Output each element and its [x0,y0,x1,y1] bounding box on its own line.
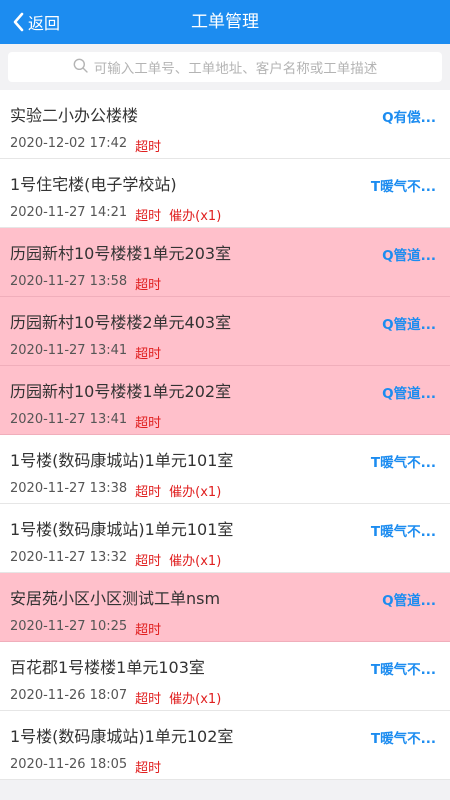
overdue-badge: 超时 [135,209,162,224]
order-address: 安居苑小区小区测试工单nsm [10,589,221,608]
order-meta: 2020-11-27 13:38 超时 催办(x1) [10,481,221,500]
order-address: 百花郡1号楼楼1单元103室 [10,658,205,677]
order-meta: 2020-11-27 13:58 超时 [10,274,161,293]
order-type-tag: T暖气不... [370,731,436,747]
urge-badge: 催办(x1) [169,554,222,569]
order-type-tag: Q管道... [382,593,436,609]
overdue-badge: 超时 [135,623,162,638]
order-time: 2020-11-27 13:41 [10,343,128,358]
overdue-badge: 超时 [135,278,162,293]
order-type-tag: Q管道... [382,248,436,264]
order-meta: 2020-11-27 13:41 超时 [10,343,161,362]
order-type-tag: T暖气不... [370,662,436,678]
overdue-badge: 超时 [135,416,162,431]
order-meta: 2020-11-26 18:07 超时 催办(x1) [10,688,221,707]
order-meta: 2020-11-27 14:21 超时 催办(x1) [10,205,221,224]
order-address: 历园新村10号楼楼1单元202室 [10,382,232,401]
search-bar: 可输入工单号、工单地址、客户名称或工单描述 [0,44,450,90]
overdue-badge: 超时 [135,347,162,362]
urge-badge: 催办(x1) [169,485,222,500]
urge-badge: 催办(x1) [169,692,222,707]
order-time: 2020-11-27 13:38 [10,481,128,496]
order-meta: 2020-11-27 13:41 超时 [10,412,161,431]
order-address: 1号楼(数码康城站)1单元101室 [10,451,234,470]
list-item[interactable]: 1号楼(数码康城站)1单元101室 2020-11-27 13:38 超时 催办(x1… [0,435,450,504]
app-header: 返回 工单管理 [0,0,450,44]
order-time: 2020-11-27 10:25 [10,619,128,634]
order-address: 1号楼(数码康城站)1单元102室 [10,727,234,746]
list-item[interactable]: 历园新村10号楼楼1单元203室 2020-11-27 13:58 超时 Q管道... [0,228,450,297]
overdue-badge: 超时 [135,140,162,155]
order-address: 1号住宅楼(电子学校站) [10,175,177,194]
order-address: 1号楼(数码康城站)1单元101室 [10,520,234,539]
overdue-badge: 超时 [135,692,162,707]
order-time: 2020-11-27 13:32 [10,550,128,565]
order-type-tag: T暖气不... [370,179,436,195]
order-meta: 2020-11-27 10:25 超时 [10,619,161,638]
order-type-tag: T暖气不... [370,524,436,540]
list-item[interactable]: 历园新村10号楼楼2单元403室 2020-11-27 13:41 超时 Q管道... [0,297,450,366]
order-time: 2020-11-26 18:05 [10,757,128,772]
urge-badge: 催办(x1) [169,209,222,224]
list-item[interactable]: 1号楼(数码康城站)1单元102室 2020-11-26 18:05 超时 T暖气不.… [0,711,450,780]
order-time: 2020-11-27 14:21 [10,205,128,220]
list-item[interactable]: 百花郡1号楼楼1单元103室 2020-11-26 18:07 超时 催办(x1) T暖… [0,642,450,711]
order-meta: 2020-12-02 17:42 超时 [10,136,161,155]
order-meta: 2020-11-26 18:05 超时 [10,757,161,776]
work-order-list: 实验二小办公楼楼 2020-12-02 17:42 超时 Q有偿... 1号住宅楼(电子… [0,90,450,780]
order-type-tag: Q管道... [382,386,436,402]
search-input[interactable]: 可输入工单号、工单地址、客户名称或工单描述 [8,52,442,82]
search-icon [73,58,88,77]
order-type-tag: Q管道... [382,317,436,333]
order-type-tag: T暖气不... [370,455,436,471]
list-item[interactable]: 1号楼(数码康城站)1单元101室 2020-11-27 13:32 超时 催办(x1… [0,504,450,573]
order-time: 2020-11-27 13:41 [10,412,128,427]
page-title: 工单管理 [191,12,259,32]
order-address: 历园新村10号楼楼1单元203室 [10,244,232,263]
overdue-badge: 超时 [135,485,162,500]
order-time: 2020-11-26 18:07 [10,688,128,703]
order-type-tag: Q有偿... [382,110,436,126]
order-time: 2020-12-02 17:42 [10,136,128,151]
order-address: 实验二小办公楼楼 [10,106,139,125]
list-item[interactable]: 安居苑小区小区测试工单nsm 2020-11-27 10:25 超时 Q管道... [0,573,450,642]
list-item[interactable]: 实验二小办公楼楼 2020-12-02 17:42 超时 Q有偿... [0,90,450,159]
overdue-badge: 超时 [135,761,162,776]
search-placeholder: 可输入工单号、工单地址、客户名称或工单描述 [93,61,378,77]
order-meta: 2020-11-27 13:32 超时 催办(x1) [10,550,221,569]
list-item[interactable]: 1号住宅楼(电子学校站) 2020-11-27 14:21 超时 催办(x1) T暖气不… [0,159,450,228]
order-address: 历园新村10号楼楼2单元403室 [10,313,232,332]
list-item[interactable]: 历园新村10号楼楼1单元202室 2020-11-27 13:41 超时 Q管道... [0,366,450,435]
overdue-badge: 超时 [135,554,162,569]
order-time: 2020-11-27 13:58 [10,274,128,289]
